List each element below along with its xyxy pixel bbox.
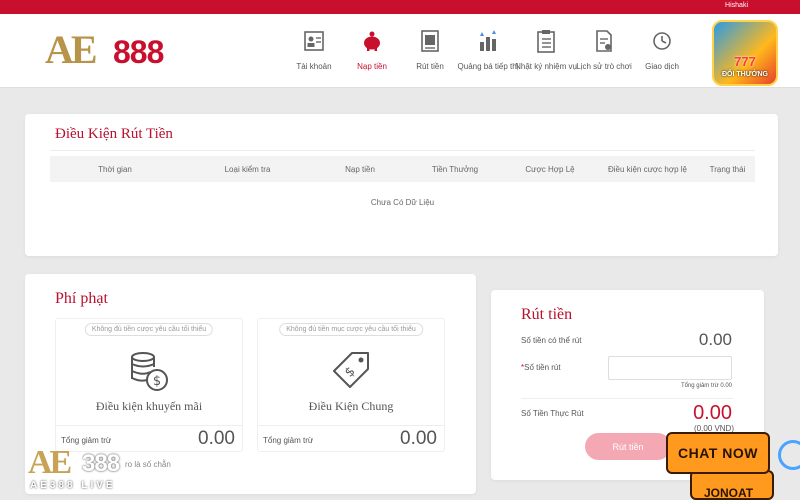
- column-header: Cược Hợp Lệ: [525, 164, 575, 174]
- main-nav: Tài khoản Nạp tiền Rút tiền Quảng bá tiế…: [285, 14, 749, 88]
- promotion-icon: [480, 30, 496, 51]
- chat-now-button[interactable]: CHAT NOW: [666, 432, 770, 474]
- requirement-pill: Không đủ tiền mục cược yêu cầu tối thiểu: [279, 323, 423, 336]
- empty-state-text: Chưa Có Dữ Liệu: [370, 198, 435, 207]
- column-header: Trạng thái: [709, 164, 746, 174]
- nav-label: Tài khoản: [296, 62, 332, 71]
- withdraw-amount-input[interactable]: [608, 356, 732, 380]
- total-deduct-label: Tổng giảm trừ: [263, 436, 314, 445]
- clipboard-icon: [537, 30, 555, 53]
- deduct-hint: Tổng giảm trừ 0.00: [680, 383, 732, 389]
- available-amount-value: 0.00: [698, 330, 732, 349]
- conditions-table-header: Thời gian Loại kiểm tra Nạp tiền Tiền Th…: [50, 156, 755, 182]
- nav-item-withdraw[interactable]: Rút tiền: [401, 14, 459, 88]
- column-header: Thời gian: [98, 164, 132, 174]
- withdraw-submit-button[interactable]: Rút tiền: [585, 433, 671, 460]
- badge-number: 777: [734, 54, 756, 69]
- total-deduct-value: 0.00: [400, 428, 437, 449]
- brand-logo[interactable]: AE 888: [45, 26, 175, 74]
- withdraw-title: Rút tiền: [521, 306, 573, 323]
- withdraw-amount-label-text: Số tiền rút: [524, 363, 561, 372]
- top-strip: Hishaki: [0, 0, 800, 14]
- withdraw-conditions-card: Điều Kiện Rút Tiền Thời gian Loại kiểm t…: [25, 114, 778, 256]
- total-deduct-value: 0.00: [198, 428, 235, 449]
- column-header: Điều kiện cược hợp lệ: [608, 164, 687, 174]
- conditions-title: Điều Kiện Rút Tiền: [55, 126, 173, 142]
- game-promo-badge[interactable]: 777 ĐỔI THƯỞNG: [712, 20, 778, 86]
- nav-label: Nạp tiền: [357, 62, 387, 71]
- piggy-bank-icon: [364, 31, 380, 51]
- withdraw-amount-label: *Số tiền rút: [521, 363, 561, 372]
- general-condition-caption: Điều Kiện Chung: [308, 399, 394, 413]
- svg-text:$: $: [153, 374, 161, 389]
- nav-label: Lịch sử trò chơi: [576, 62, 632, 71]
- support-bubble-icon[interactable]: [778, 440, 800, 470]
- header: AE 888 Tài khoản Nạp tiền Rút tiền Quảng…: [0, 14, 800, 88]
- logo-number: 888: [113, 34, 164, 70]
- chat-echo-text: JONOAT: [704, 486, 754, 500]
- clock-icon: [653, 32, 671, 50]
- top-strip-text: Hishaki: [725, 2, 748, 9]
- column-header: Tiền Thưởng: [431, 164, 479, 174]
- watermark-number: 388: [82, 450, 120, 477]
- badge-text: ĐỔI THƯỞNG: [722, 71, 768, 78]
- nav-item-deposit[interactable]: Nạp tiền: [343, 14, 401, 88]
- general-total-row: Tổng giảm trừ 0.00: [257, 424, 445, 452]
- available-amount-label: Số tiền có thể rút: [521, 336, 582, 345]
- penalty-title: Phí phạt: [55, 290, 108, 307]
- nav-item-transactions[interactable]: Giao dịch: [633, 14, 691, 88]
- nav-item-game-history[interactable]: Lịch sử trò chơi: [575, 14, 633, 88]
- requirement-pill: Không đủ tiền cược yêu cầu tối thiểu: [84, 323, 214, 336]
- actual-withdraw-label: Số Tiền Thực Rút: [521, 409, 584, 418]
- nav-label: Quảng bá tiếp thị: [457, 62, 519, 71]
- withdraw-icon: [421, 30, 439, 52]
- column-header: Loại kiểm tra: [224, 164, 271, 174]
- price-tag-icon: $: [333, 352, 369, 388]
- nav-item-promotion[interactable]: Quảng bá tiếp thị: [457, 14, 519, 88]
- chat-now-echo: JONOAT: [690, 470, 774, 500]
- column-header: Nạp tiền: [345, 164, 375, 174]
- promo-condition-caption: Điều kiện khuyến mãi: [95, 399, 203, 413]
- nav-label: Giao dịch: [645, 62, 679, 71]
- coins-dollar-icon: $: [131, 352, 168, 391]
- id-card-icon: [304, 31, 324, 51]
- history-doc-icon: [596, 30, 612, 52]
- nav-item-account[interactable]: Tài khoản: [285, 14, 343, 88]
- nav-label: Rút tiền: [416, 62, 444, 71]
- divider: [521, 398, 733, 399]
- nav-label: Nhật ký nhiệm vụ: [515, 62, 577, 71]
- divider: [50, 150, 755, 151]
- ae388-live-watermark: AE 388 AE388 LIVE: [28, 444, 138, 496]
- watermark-ae: AE: [28, 444, 72, 481]
- actual-withdraw-value: 0.00: [693, 402, 732, 424]
- watermark-live: AE388 LIVE: [30, 480, 116, 491]
- logo-ae: AE: [45, 27, 98, 72]
- svg-text:$: $: [342, 364, 358, 380]
- nav-item-mission-log[interactable]: Nhật ký nhiệm vụ: [515, 14, 577, 88]
